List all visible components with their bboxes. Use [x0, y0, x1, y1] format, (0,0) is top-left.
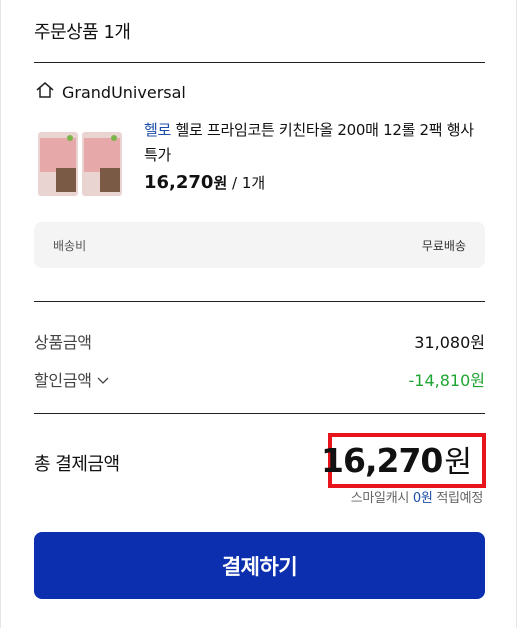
total-payment-amount: 16,270 원 — [321, 433, 486, 488]
product-quantity: / 1개 — [227, 174, 266, 192]
chevron-down-icon — [97, 370, 109, 389]
shipping-box: 배송비 무료배송 — [34, 222, 485, 268]
product-amount-label: 상품금액 — [34, 333, 92, 352]
seller-row[interactable]: GrandUniversal — [36, 82, 186, 102]
product-thumbnail[interactable] — [36, 128, 124, 198]
product-price-number: 16,270 — [144, 172, 214, 193]
divider — [34, 301, 485, 302]
smile-cash-amount: 0원 — [412, 491, 433, 506]
divider — [34, 413, 485, 414]
product-title: 헬로 프라임코튼 키친타올 200매 12롤 2팩 행사 특가 — [144, 121, 474, 164]
product-price: 16,270원 / 1개 — [144, 172, 265, 193]
product-amount-value: 31,080원 — [414, 333, 485, 352]
discount-toggle[interactable]: 할인금액 — [34, 367, 109, 391]
product-brand: 헬로 — [144, 121, 172, 139]
smile-cash-note: 스마일캐시 0원 적립예정 — [350, 487, 484, 506]
total-payment-number: 16,270 — [321, 441, 443, 480]
divider — [34, 62, 485, 63]
product-name[interactable]: 헬로 헬로 프라임코튼 키친타올 200매 12롤 2팩 행사 특가 — [144, 118, 484, 168]
smile-cash-prefix: 스마일캐시 — [350, 491, 413, 506]
discount-label: 할인금액 — [34, 371, 92, 390]
shipping-label: 배송비 — [53, 238, 87, 253]
order-summary-panel: 주문상품 1개 GrandUniversal 헬로 헬로 프라임코튼 키친타올 … — [0, 0, 517, 628]
discount-amount-value: -14,810원 — [408, 371, 485, 390]
home-icon — [36, 82, 62, 102]
seller-name: GrandUniversal — [62, 82, 186, 102]
shipping-value: 무료배송 — [421, 238, 466, 253]
total-payment-label: 총 결제금액 — [34, 454, 120, 475]
product-price-unit: 원 — [213, 174, 228, 192]
product-amount-row: 상품금액 31,080원 — [34, 329, 485, 353]
total-payment-unit: 원 — [444, 445, 472, 480]
order-items-title: 주문상품 1개 — [34, 22, 131, 43]
smile-cash-suffix: 적립예정 — [432, 491, 483, 506]
pay-button[interactable]: 결제하기 — [34, 532, 485, 599]
discount-amount-row: 할인금액 -14,810원 — [34, 367, 485, 391]
